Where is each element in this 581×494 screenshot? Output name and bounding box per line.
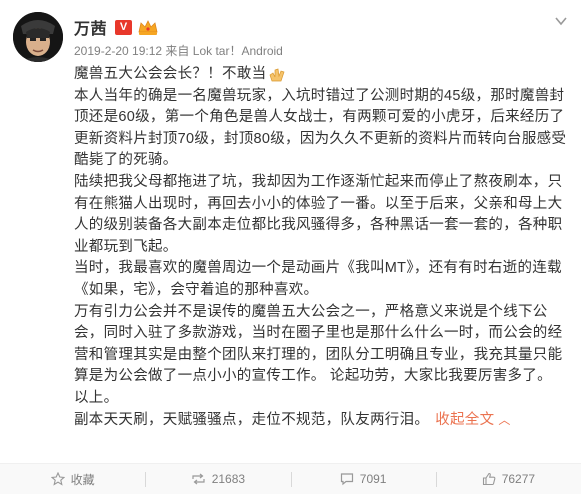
thumbs-up-icon	[482, 472, 496, 486]
post-title: 魔兽五大公会会长？！不敢当	[74, 66, 267, 82]
post-source[interactable]: Lok tar！Android	[193, 44, 283, 58]
favorite-button[interactable]: 收藏	[0, 464, 145, 494]
action-bar: 收藏 21683 7091 76277	[0, 463, 581, 494]
like-count: 76277	[501, 472, 536, 486]
post-title-line: 魔兽五大公会会长？！不敢当	[74, 64, 572, 86]
repost-count: 21683	[211, 472, 246, 486]
star-icon	[50, 472, 65, 486]
repost-icon	[192, 473, 205, 485]
like-button[interactable]: 76277	[435, 464, 581, 494]
chevron-up-icon[interactable]: ︿	[498, 410, 510, 432]
comment-button[interactable]: 7091	[290, 464, 436, 494]
post-paragraph: 万有引力公会并不是误传的魔兽五大公会之一，严格意义来说是个线下公会，同时入驻了多…	[74, 303, 563, 385]
vip-badge-icon[interactable]: V	[115, 19, 133, 35]
collapse-full-text-link[interactable]: 收起全文	[435, 412, 494, 428]
post-paragraph: 陆续把我父母都拖进了坑，我却因为工作逐渐忙起来而停止了熬夜刷本，只有在熊猫人出现…	[74, 173, 563, 255]
post-content: 魔兽五大公会会长？！不敢当 本人当年的确是一名魔兽玩家，入坑时错过了公测时期的4…	[74, 64, 572, 431]
source-prefix: 来自	[165, 44, 190, 58]
chevron-down-icon[interactable]	[553, 14, 569, 28]
author-row: 万茜 V	[74, 14, 159, 40]
comment-count: 7091	[359, 472, 387, 486]
comment-icon	[340, 473, 353, 486]
post-paragraph: 当时，我最喜欢的魔兽周边一个是动画片《我叫MT》，还有有时右逝的连载《如果，宅》…	[74, 260, 562, 298]
post-paragraph: 本人当年的确是一名魔兽玩家，入坑时错过了公测时期的45级，那时魔兽封顶还是60级…	[74, 87, 567, 169]
crown-icon[interactable]	[137, 18, 159, 36]
author-name[interactable]: 万茜	[74, 15, 107, 39]
post-paragraph: 以上。	[74, 389, 119, 406]
post-meta: 2019-2-20 19:12 来自 Lok tar！Android	[74, 42, 283, 59]
post-last-line: 副本天天刷，天赋骚骚点，走位不规范，队友两行泪。 收起全文 ︿	[74, 410, 572, 432]
clap-emoji-icon	[269, 68, 285, 82]
post-last-line-text: 副本天天刷，天赋骚骚点，走位不规范，队友两行泪。	[74, 411, 430, 428]
repost-button[interactable]: 21683	[145, 464, 290, 494]
weibo-post-card: 万茜 V 2019-2-20 19:12 来自 Lok tar！Android …	[0, 0, 581, 494]
post-time[interactable]: 2019-2-20 19:12	[74, 44, 162, 58]
author-avatar[interactable]	[13, 12, 63, 62]
favorite-label: 收藏	[70, 472, 95, 487]
